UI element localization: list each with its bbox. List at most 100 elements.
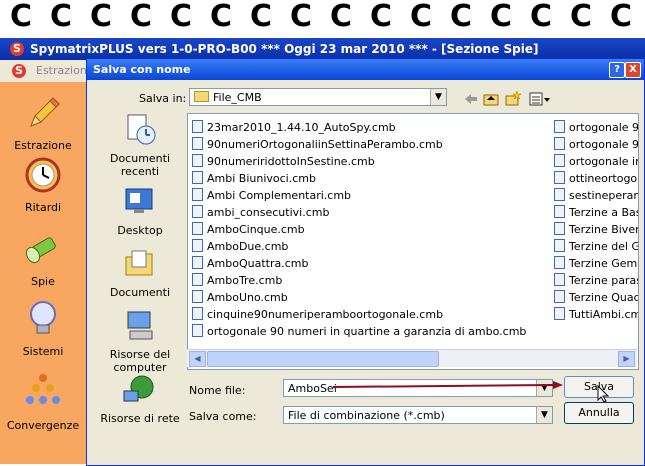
file-item[interactable]: AmboQuattra.cmb	[192, 256, 308, 272]
sidebar-item-spie[interactable]: Spie	[0, 228, 86, 288]
view-menu-icon[interactable]	[529, 91, 551, 107]
file-item-label: 90numeriOrtogonaliinSettinaPerambo.cmb	[207, 138, 443, 151]
file-item[interactable]: ottineortogon	[554, 171, 638, 187]
spiral-ring-icon: C	[450, 0, 473, 34]
sidebar-item-sistemi[interactable]: Sistemi	[0, 298, 86, 358]
file-item[interactable]: ortogonale 90	[554, 120, 639, 136]
file-item-label: Terzine a Bas	[569, 206, 639, 219]
file-item[interactable]: cinquine90numeriperamboortogonale.cmb	[192, 307, 443, 323]
cancel-button[interactable]: Annulla	[564, 402, 634, 424]
file-item[interactable]: ortogonale in	[554, 154, 638, 170]
up-folder-icon[interactable]	[483, 91, 499, 107]
file-item-label: 23mar2010_1.44.10_AutoSpy.cmb	[207, 121, 396, 134]
menu-item-estrazioni[interactable]: Estrazioni	[36, 64, 90, 77]
place-recent-docs[interactable]: Documenti recenti	[97, 113, 183, 178]
save-in-label: Salva in:	[139, 92, 187, 105]
folder-icon	[194, 91, 209, 102]
file-list[interactable]: 23mar2010_1.44.10_AutoSpy.cmb 90numeriOrt…	[187, 113, 639, 370]
file-icon	[192, 324, 203, 337]
file-item[interactable]: Terzine del G	[554, 239, 638, 255]
place-label: Desktop	[117, 224, 163, 237]
file-item[interactable]: TuttiAmbi.cml	[554, 307, 639, 323]
close-button[interactable]: X	[625, 62, 641, 78]
file-item[interactable]: Terzine paras	[554, 273, 639, 289]
file-item[interactable]: ambi_consecutivi.cmb	[192, 205, 329, 221]
place-label: Documenti recenti	[109, 152, 171, 178]
chevron-down-icon[interactable]: ▼	[430, 89, 446, 105]
file-item[interactable]: Terzine Geme	[554, 256, 638, 272]
file-item-label: Terzine Quac	[569, 291, 639, 304]
lightbulb-icon	[30, 301, 56, 334]
file-item-label: Terzine Biver	[569, 223, 639, 236]
file-icon	[554, 239, 565, 252]
file-icon	[192, 120, 203, 133]
file-icon	[192, 307, 203, 320]
desktop-icon	[125, 188, 153, 213]
file-item[interactable]: Terzine a Bas	[554, 205, 639, 221]
save-as-type-label: Salva come:	[189, 410, 257, 423]
file-item[interactable]: AmboTre.cmb	[192, 273, 282, 289]
file-item[interactable]: sestineperam	[554, 188, 638, 204]
app-title-bar: S SpymatrixPLUS vers 1-0-PRO-B00 *** Ogg…	[0, 38, 645, 60]
file-item-label: Ambi Complementari.cmb	[207, 189, 352, 202]
file-item[interactable]: Ambi Complementari.cmb	[192, 188, 351, 204]
spiral-ring-icon: C	[530, 0, 553, 34]
file-icon	[554, 290, 565, 303]
spiral-ring-icon: C	[210, 0, 233, 34]
save-as-type-combo[interactable]: File di combinazione (*.cmb) ▼	[283, 406, 553, 424]
sidebar-item-estrazione[interactable]: Estrazione	[0, 92, 86, 152]
spiral-ring-icon: C	[410, 0, 433, 34]
spiral-ring-icon: C	[170, 0, 193, 34]
file-item[interactable]: Terzine Biver	[554, 222, 639, 238]
place-desktop[interactable]: Desktop	[97, 185, 183, 237]
place-documents[interactable]: Documenti	[97, 247, 183, 299]
scroll-right-icon[interactable]: ▶	[618, 351, 635, 367]
file-item[interactable]: Ambi Biunivoci.cmb	[192, 171, 316, 187]
back-arrow-icon[interactable]	[463, 91, 479, 107]
computer-icon	[127, 311, 153, 340]
file-item[interactable]: Terzine Quac	[554, 290, 639, 306]
file-item[interactable]: AmboDue.cmb	[192, 239, 288, 255]
file-icon	[192, 222, 203, 235]
file-icon	[192, 188, 203, 201]
save-in-value: File_CMB	[194, 91, 262, 104]
save-as-type-value: File di combinazione (*.cmb)	[288, 409, 445, 422]
scroll-thumb[interactable]	[207, 351, 439, 367]
spiral-ring-icon: C	[570, 0, 593, 34]
file-icon	[554, 154, 565, 167]
file-icon	[554, 222, 565, 235]
file-item-label: ortogonale 90	[569, 121, 639, 134]
sidebar-item-convergenze[interactable]: Convergenze	[0, 372, 86, 432]
save-in-combo[interactable]: File_CMB ▼	[189, 88, 447, 106]
network-icon	[123, 375, 154, 402]
horizontal-scrollbar[interactable]: ◀ ▶	[187, 349, 637, 367]
file-item[interactable]: 23mar2010_1.44.10_AutoSpy.cmb	[192, 120, 396, 136]
place-network[interactable]: Risorse di rete	[97, 373, 183, 425]
file-item[interactable]: AmboCinque.cmb	[192, 222, 305, 238]
help-button[interactable]: ?	[609, 62, 625, 78]
file-icon	[554, 256, 565, 269]
file-item-label: AmboQuattra.cmb	[207, 257, 309, 270]
place-computer[interactable]: Risorse del computer	[97, 309, 183, 374]
file-item[interactable]: ortogonale 90 numeri in quartine a garan…	[192, 324, 526, 340]
place-label: Documenti	[109, 286, 171, 299]
new-folder-icon[interactable]	[505, 91, 521, 107]
file-item[interactable]: 90numeriOrtogonaliinSettinaPerambo.cmb	[192, 137, 443, 153]
chevron-down-icon[interactable]: ▼	[536, 407, 552, 423]
file-item-label: Terzine paras	[569, 274, 639, 287]
file-item-label: AmboUno.cmb	[207, 291, 288, 304]
file-item-label: Ambi Biunivoci.cmb	[207, 172, 316, 185]
annotation-arrow	[332, 381, 563, 389]
save-as-dialog: Salva con nome ? X Salva in: File_CMB ▼ …	[86, 58, 645, 466]
file-icon	[192, 137, 203, 150]
file-item-label: TuttiAmbi.cml	[569, 308, 639, 321]
file-item[interactable]: AmboUno.cmb	[192, 290, 288, 306]
convergence-icon	[26, 374, 60, 404]
app-logo-icon: S	[10, 42, 24, 56]
sidebar-item-label: Spie	[31, 275, 55, 288]
sidebar-item-ritardi[interactable]: Ritardi	[0, 154, 86, 214]
file-item[interactable]: 90numeriridottoInSestine.cmb	[192, 154, 375, 170]
scroll-left-icon[interactable]: ◀	[189, 351, 206, 367]
file-item[interactable]: ortogonale 90	[554, 137, 638, 153]
file-item-label: AmboCinque.cmb	[207, 223, 305, 236]
